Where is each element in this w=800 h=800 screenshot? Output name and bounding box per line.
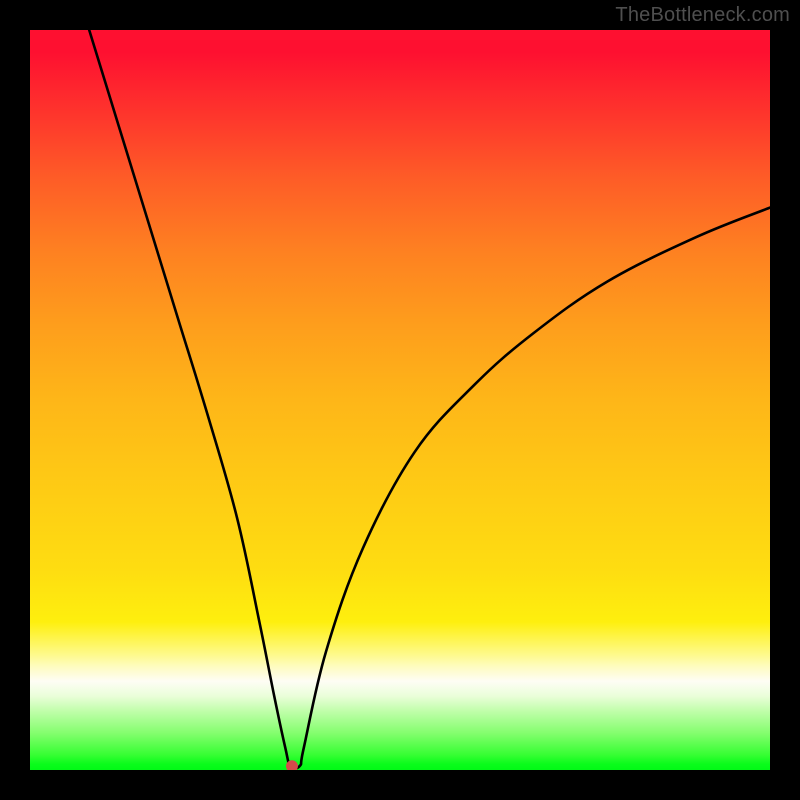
bottleneck-curve (89, 30, 770, 768)
chart-svg (30, 30, 770, 770)
attribution-label: TheBottleneck.com (615, 4, 790, 27)
chart-frame: TheBottleneck.com (0, 0, 800, 800)
plot-area (30, 30, 770, 770)
